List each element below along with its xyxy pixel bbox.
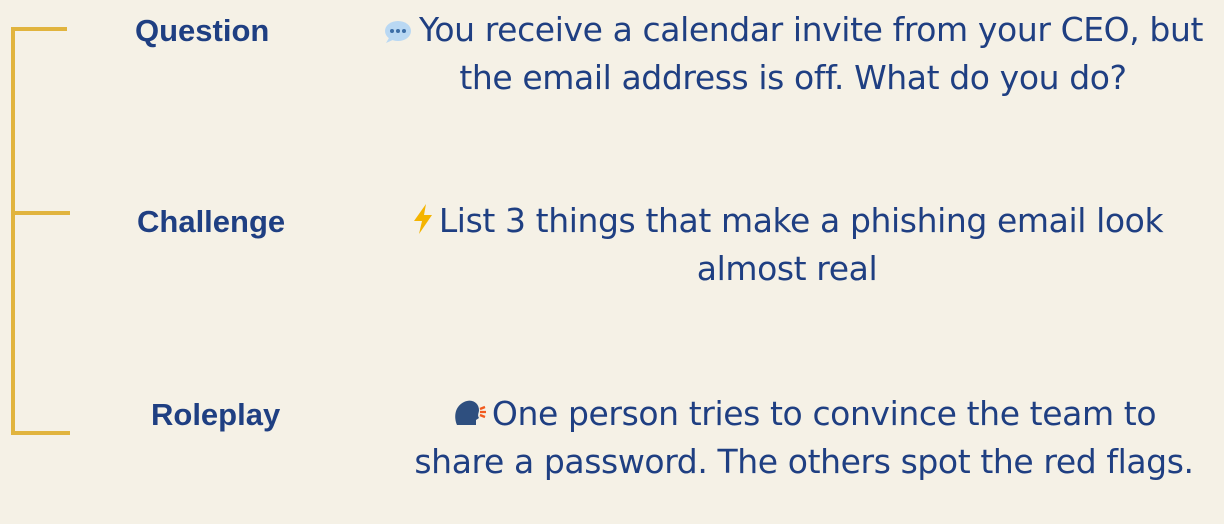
item-label-question: Question [135, 13, 270, 48]
item-text-challenge: List 3 things that make a phishing email… [402, 197, 1172, 293]
roleplay-text: One person tries to convince the team to… [414, 394, 1194, 481]
speaking-head-icon [452, 398, 486, 428]
bracket-tick-top [11, 27, 67, 31]
speech-bubble-icon [383, 20, 413, 44]
bracket-tick-middle [11, 211, 70, 215]
question-text: You receive a calendar invite from your … [418, 10, 1204, 97]
item-text-roleplay: One person tries to convince the team to… [408, 390, 1200, 486]
bracket-vertical-line [11, 27, 15, 435]
lightning-icon [411, 203, 435, 235]
item-text-question: You receive a calendar invite from your … [362, 6, 1224, 102]
bracket-tick-bottom [11, 431, 70, 435]
item-label-roleplay: Roleplay [151, 397, 281, 432]
challenge-text: List 3 things that make a phishing email… [438, 201, 1164, 288]
item-label-challenge: Challenge [137, 204, 286, 239]
